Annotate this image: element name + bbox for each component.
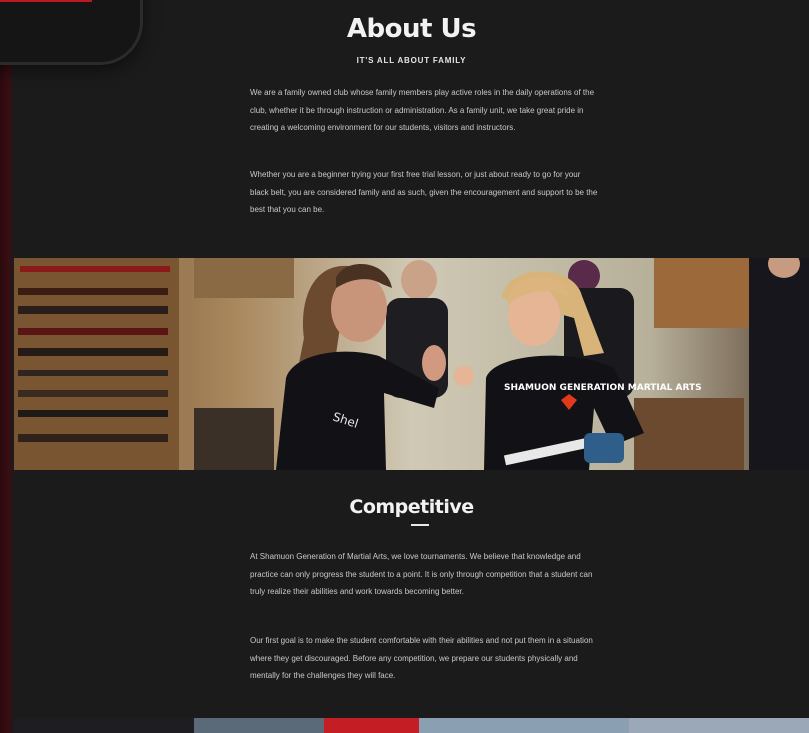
competitive-paragraph-2: Our first goal is to make the student co… [250, 636, 593, 680]
about-subtitle: IT'S ALL ABOUT FAMILY [356, 56, 467, 65]
next-section-photo-preview [14, 718, 809, 733]
shirt-logo-text: SHAMUON GENERATION MARTIAL ARTS [504, 383, 702, 393]
about-paragraph-2: Whether you are a beginner trying your f… [250, 170, 598, 214]
title-divider [411, 524, 429, 526]
about-section: About Us IT'S ALL ABOUT FAMILY We are a … [14, 0, 809, 258]
about-title: About Us [346, 14, 477, 44]
competitive-section: Competitive At Shamuon Generation of Mar… [14, 470, 809, 718]
about-paragraph-1: We are a family owned club whose family … [250, 88, 595, 132]
left-edge-strip [0, 0, 14, 733]
competitive-title: Competitive [349, 496, 474, 518]
dojo-high-five-illustration: Shel SHAMUON GENERATION MARTIAL ARTS [14, 258, 809, 470]
competitive-paragraph-1: At Shamuon Generation of Martial Arts, w… [250, 552, 593, 596]
hero-photo: Shel SHAMUON GENERATION MARTIAL ARTS [14, 258, 809, 470]
preview-photo-strip [14, 718, 809, 733]
